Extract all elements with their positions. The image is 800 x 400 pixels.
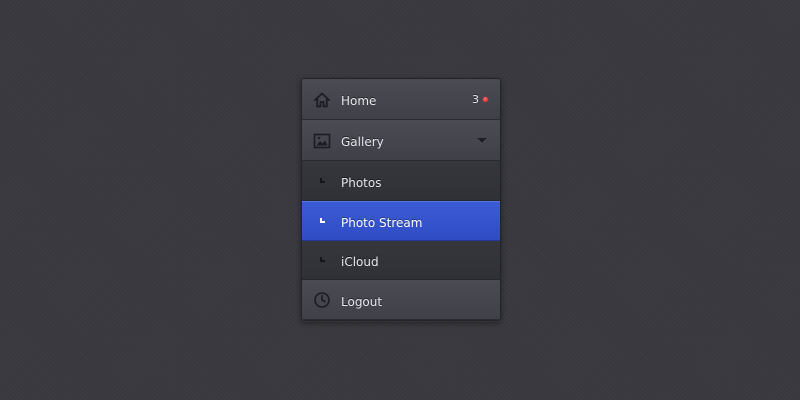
home-icon <box>312 90 332 110</box>
submenu-item-icloud[interactable]: iCloud <box>302 241 500 280</box>
menu-item-label: Gallery <box>341 135 384 149</box>
image-icon <box>312 131 332 151</box>
sub-item-icon <box>312 251 332 271</box>
notification-badge: 3 <box>472 93 488 106</box>
notification-dot-icon <box>483 97 488 102</box>
badge-count: 3 <box>472 93 479 106</box>
submenu-item-label: Photos <box>341 175 382 190</box>
submenu-item-label: Photo Stream <box>341 215 423 230</box>
chevron-down-icon[interactable] <box>477 138 487 143</box>
menu-item-gallery[interactable]: Gallery <box>302 120 500 161</box>
menu-item-home[interactable]: Home 3 <box>302 79 500 120</box>
submenu-item-label: iCloud <box>341 255 379 269</box>
menu-item-label: Logout <box>341 294 383 309</box>
sidebar-menu: Home 3 Gallery Photos Photo Stream iClou… <box>301 78 501 321</box>
sub-item-icon <box>312 171 332 191</box>
submenu-item-photo-stream[interactable]: Photo Stream <box>302 201 500 241</box>
submenu-item-photos[interactable]: Photos <box>302 161 500 201</box>
sub-item-icon <box>312 211 332 231</box>
menu-item-label: Home <box>341 94 377 108</box>
clock-icon <box>312 290 332 310</box>
menu-item-logout[interactable]: Logout <box>302 280 500 320</box>
